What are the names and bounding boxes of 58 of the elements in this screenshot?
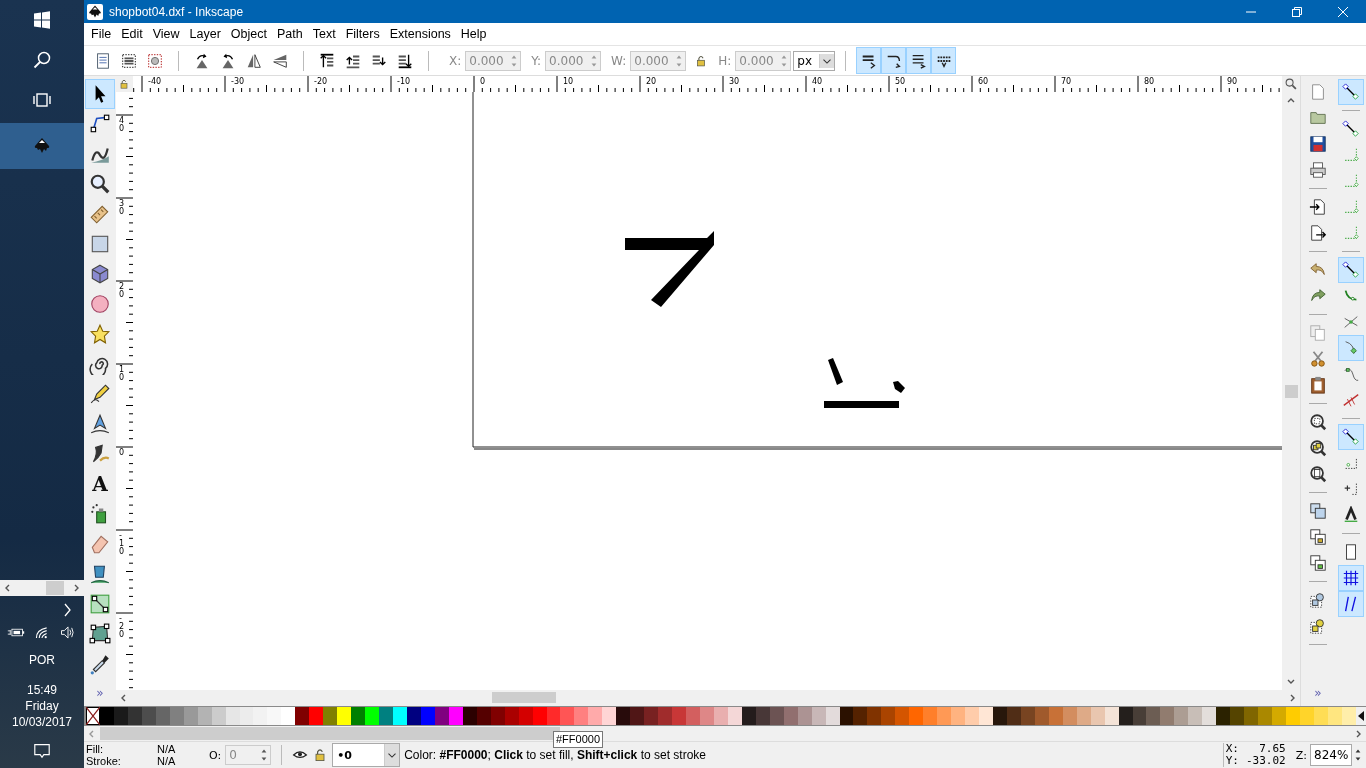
unit-dropdown[interactable]: px [793,50,836,71]
ruler-label: 40 [119,116,125,133]
opacity-label: O: [209,748,222,762]
clock-time[interactable]: 15:49 [27,682,57,698]
fill-label: Fill: [86,743,105,755]
menu-item[interactable]: Extensions [384,24,456,44]
zoom-field[interactable]: 824% [1310,744,1352,766]
ruler-label: 20 [119,282,125,299]
ruler-label: 80 [1144,77,1155,86]
more-tools-button[interactable]: » [96,686,104,700]
cursor-x-label: X: [1225,743,1240,755]
menu-item[interactable]: File [86,24,117,44]
language-indicator[interactable]: POR [29,652,55,668]
menu-item[interactable]: View [147,24,185,44]
ruler-label: -20 [119,614,125,639]
ruler-label: -40 [148,77,162,86]
clock-day[interactable]: Friday [25,698,59,714]
layer-dropdown[interactable]: •0 [332,743,401,767]
zoom-label: Z: [1295,748,1307,762]
ruler-label: -10 [119,531,125,556]
ruler-label: -30 [231,77,245,86]
menu-item[interactable]: Path [272,24,308,44]
ruler-label: 30 [729,77,740,86]
menu-item[interactable]: Object [225,24,272,44]
ruler-label: 40 [812,77,823,86]
menu-item[interactable]: Edit [116,24,148,44]
ruler-label: -20 [314,77,328,86]
cursor-y-label: Y: [1225,755,1240,767]
ruler-label: 60 [978,77,989,86]
stroke-label: Stroke: [86,755,122,767]
tool-button[interactable]: A [85,469,115,499]
field-label: Y: [531,53,542,68]
stroke-value[interactable]: N/A [157,755,197,767]
field-label: W: [611,53,627,68]
status-message: Color: #FF0000; Click to set fill, Shift+click to set stroke [404,748,706,762]
window-title: shopbot04.dxf - Inkscape [109,4,244,19]
ruler-label: 90 [1227,77,1238,86]
menu-item[interactable]: Filters [340,24,385,44]
fill-value[interactable]: N/A [157,743,197,755]
cursor-x-value: 7.65 [1258,743,1286,755]
menu-item[interactable]: Layer [184,24,226,44]
ruler-label: 10 [563,77,574,86]
ruler-label: 70 [1061,77,1072,86]
more-commands-button[interactable]: » [1314,686,1322,700]
field-label: H: [718,53,732,68]
ruler-label: -10 [397,77,411,86]
menu-item[interactable]: Help [455,24,492,44]
cursor-y-value: -33.02 [1245,755,1286,767]
ruler-label: 50 [895,77,906,86]
ruler-label: 0 [119,448,125,457]
ruler-label: 20 [646,77,657,86]
field-label: X: [449,53,462,68]
menu-item[interactable]: Text [307,24,341,44]
clock-date[interactable]: 10/03/2017 [11,714,73,730]
color-tooltip: #FF0000 [553,731,604,748]
ruler-label: 30 [119,199,125,216]
ruler-label: 0 [480,77,486,86]
ruler-label: 10 [119,365,125,382]
